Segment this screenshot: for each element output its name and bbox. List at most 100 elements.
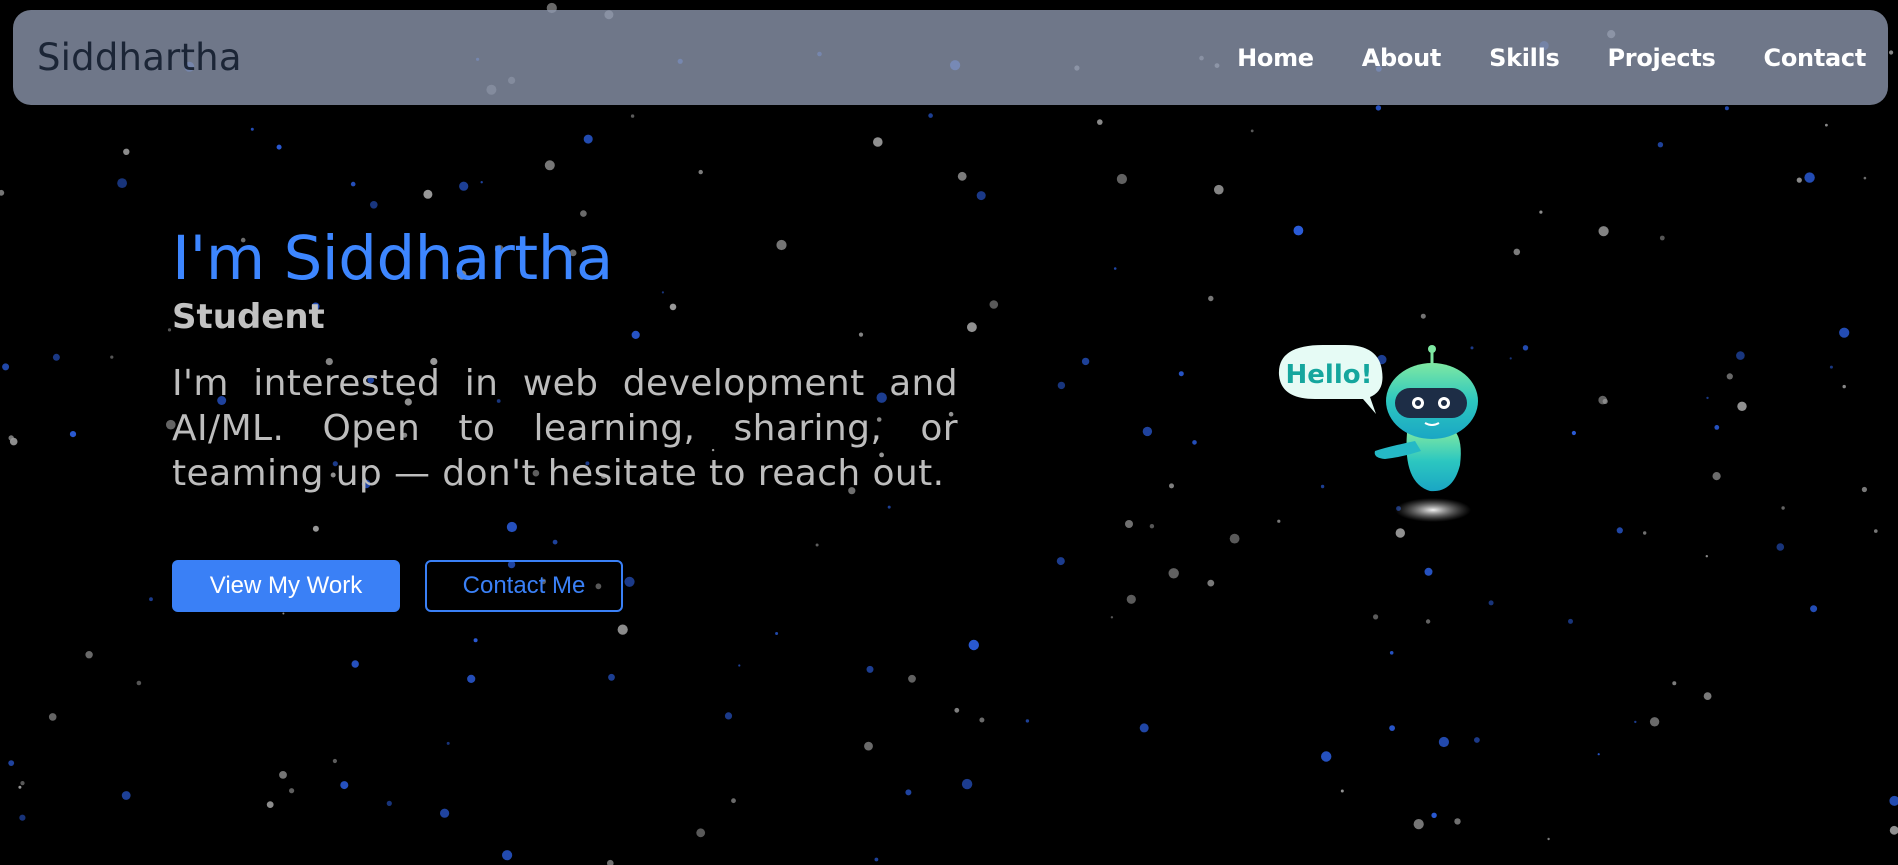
- star: [967, 322, 977, 333]
- star: [8, 435, 14, 441]
- star: [1616, 527, 1623, 534]
- page: Siddhartha Home About Skills Projects Co…: [0, 0, 1898, 865]
- star: [1804, 172, 1815, 183]
- star: [332, 758, 337, 764]
- star: [167, 328, 172, 332]
- star: [873, 137, 883, 147]
- star: [1874, 529, 1878, 533]
- star: [350, 181, 356, 187]
- star: [866, 665, 874, 673]
- star: [1726, 373, 1733, 380]
- hero-section: I'm Siddhartha Student I'm interested in…: [172, 225, 958, 613]
- navbar: Siddhartha Home About Skills Projects Co…: [13, 10, 1888, 105]
- star: [976, 191, 986, 201]
- star: [968, 639, 979, 651]
- star: [1703, 692, 1712, 700]
- star: [1113, 267, 1117, 270]
- star: [1389, 725, 1395, 731]
- star: [440, 808, 450, 818]
- star: [467, 674, 476, 684]
- star: [1321, 751, 1332, 762]
- star: [1842, 384, 1846, 389]
- star: [1889, 795, 1898, 806]
- nav-link-home[interactable]: Home: [1237, 44, 1314, 72]
- star: [608, 673, 615, 681]
- star: [1509, 357, 1512, 360]
- brand-logo[interactable]: Siddhartha: [37, 36, 242, 79]
- star: [502, 850, 513, 861]
- view-my-work-button[interactable]: View My Work: [172, 560, 400, 613]
- star: [928, 113, 933, 118]
- star: [136, 680, 142, 686]
- star: [775, 632, 779, 635]
- nav-link-skills[interactable]: Skills: [1489, 44, 1560, 72]
- star: [149, 597, 153, 602]
- star: [370, 201, 378, 209]
- star: [351, 660, 359, 668]
- star: [1454, 818, 1461, 825]
- star: [1649, 717, 1660, 727]
- star: [1126, 594, 1136, 604]
- star: [276, 144, 282, 150]
- star: [979, 717, 985, 723]
- contact-me-button[interactable]: Contact Me: [425, 560, 623, 613]
- star: [1057, 381, 1066, 390]
- star: [580, 210, 587, 217]
- star: [1602, 398, 1608, 404]
- star: [1547, 837, 1550, 841]
- star: [905, 789, 912, 796]
- star: [1889, 825, 1898, 835]
- star: [1375, 105, 1382, 111]
- star: [1643, 531, 1647, 535]
- star: [1149, 524, 1155, 529]
- star: [9, 437, 18, 446]
- star: [1825, 123, 1828, 127]
- robot-visor: [1395, 388, 1467, 418]
- star: [1438, 736, 1449, 748]
- star: [1568, 618, 1573, 624]
- star: [1178, 371, 1184, 377]
- star: [69, 431, 77, 438]
- star: [989, 300, 999, 309]
- star: [340, 781, 349, 790]
- star: [473, 638, 478, 643]
- star: [480, 181, 483, 184]
- nav-link-projects[interactable]: Projects: [1608, 44, 1716, 72]
- star: [1139, 723, 1149, 733]
- nav-link-contact[interactable]: Contact: [1764, 44, 1867, 72]
- star: [19, 814, 26, 821]
- star: [1229, 533, 1240, 544]
- star: [123, 148, 130, 155]
- star: [961, 778, 973, 790]
- star: [1861, 486, 1867, 493]
- robot-illustration: Hello!: [1275, 333, 1495, 533]
- star: [1425, 619, 1431, 624]
- star: [459, 181, 469, 191]
- star: [1474, 737, 1480, 743]
- star: [1781, 506, 1785, 510]
- star: [1724, 106, 1729, 111]
- star: [1889, 50, 1894, 55]
- robot-body: [1406, 431, 1461, 492]
- star: [1863, 176, 1867, 180]
- star: [266, 801, 274, 808]
- star: [8, 760, 15, 766]
- star: [1659, 235, 1665, 241]
- star: [617, 624, 628, 635]
- star: [1657, 142, 1664, 148]
- nav-link-about[interactable]: About: [1362, 44, 1442, 72]
- hero-buttons: View My Work Contact Me: [172, 560, 958, 613]
- star: [1513, 248, 1521, 256]
- robot-shadow: [1395, 498, 1471, 522]
- star: [279, 771, 287, 779]
- star: [117, 178, 127, 189]
- star: [957, 171, 967, 181]
- star: [1340, 789, 1344, 793]
- star: [289, 788, 295, 794]
- star: [1025, 719, 1030, 723]
- star: [1672, 681, 1677, 686]
- star: [908, 674, 916, 683]
- star: [1110, 616, 1114, 619]
- star: [1420, 313, 1426, 319]
- star: [1776, 543, 1785, 551]
